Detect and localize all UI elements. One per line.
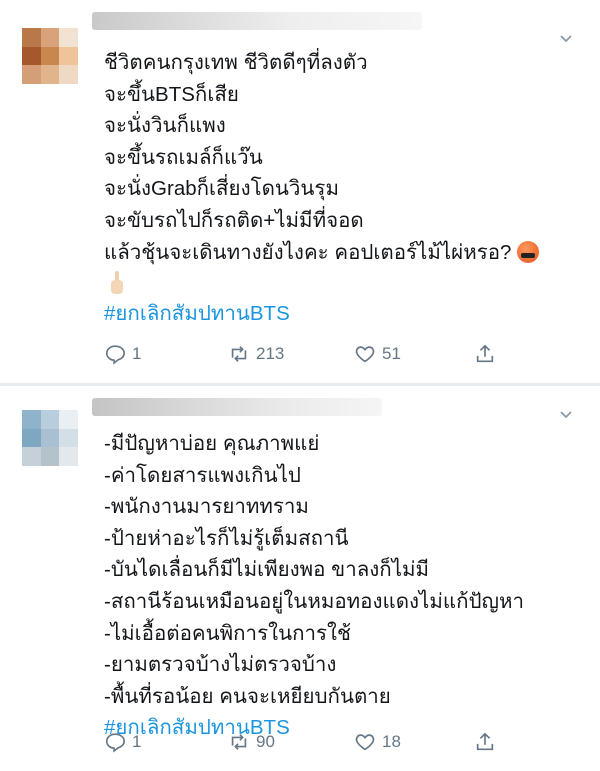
retweet-count: 90: [256, 732, 275, 751]
tweet-line: -ไม่เอื้อต่อคนพิการในการใช้: [104, 621, 351, 645]
tweet-line: จะนั่งวินก็แพง: [104, 114, 226, 138]
retweet-button[interactable]: 90: [228, 731, 275, 753]
reply-count: 1: [132, 344, 142, 363]
like-icon: [355, 346, 375, 363]
tweet-line: -สถานีร้อนเหมือนอยู่ในหมอทองแดงไม่แก้ปัญ…: [104, 589, 524, 613]
tweet-line: -ป้ายห่าอะไรก็ไม่รู้เต็มสถานี: [104, 526, 349, 550]
like-count: 51: [382, 344, 401, 363]
tweet-line: แล้วชุ้นจะเดินทางยังไงคะ คอปเตอร์ไม้ไผ่ห…: [104, 240, 512, 264]
share-button[interactable]: [474, 343, 502, 365]
tweet-line: จะขึ้นรถเมล์ก็แว๊น: [104, 145, 263, 169]
avatar[interactable]: [22, 410, 78, 466]
chevron-down-icon[interactable]: [558, 406, 574, 422]
avatar[interactable]: [22, 28, 78, 84]
tweet-text: ชีวิตคนกรุงเทพ ชีวิตดีๆที่ลงตัว จะขึ้นBT…: [104, 47, 580, 330]
like-icon: [355, 734, 375, 751]
chevron-down-icon[interactable]: [558, 30, 574, 46]
tweet-text: -มีปัญหาบ่อย คุณภาพแย่ -ค่าโดยสารแพงเกิน…: [104, 428, 580, 744]
tweet-line: -พนักงานมารยาททราม: [104, 495, 309, 519]
tweet-card-1[interactable]: ชีวิตคนกรุงเทพ ชีวิตดีๆที่ลงตัว จะขึ้นBT…: [0, 0, 600, 384]
retweet-icon: [231, 346, 247, 362]
tweet-line: -ยามตรวจบ้างไม่ตรวจบ้าง: [104, 653, 337, 677]
tweet-line: จะขับรถไปก็รถติด+ไม่มีที่จอด: [104, 208, 364, 232]
tweet-line: -บันไดเลื่อนก็มีไม่เพียงพอ ขาลงก็ไม่มี: [104, 558, 430, 582]
tweet-line: จะนั่งGrabก็เสี่ยงโดนวินรุม: [104, 177, 339, 201]
tweet-card-2[interactable]: -มีปัญหาบ่อย คุณภาพแย่ -ค่าโดยสารแพงเกิน…: [0, 386, 600, 771]
blurred-username: [92, 398, 382, 416]
hashtag-link[interactable]: #ยกเลิกสัมปทานBTS: [104, 298, 580, 330]
share-icon: [476, 344, 494, 363]
tweet-line: -ค่าโดยสารแพงเกินไป: [104, 463, 301, 487]
reply-icon: [105, 733, 125, 753]
share-icon: [476, 732, 494, 751]
reply-count: 1: [132, 732, 142, 751]
reply-button[interactable]: 1: [104, 343, 141, 365]
tweet-line: -พื้นที่รอน้อย คนจะเหยียบกันตาย: [104, 684, 391, 708]
retweet-button[interactable]: 213: [228, 343, 284, 365]
tweet-actions: 1 213 51: [104, 343, 540, 373]
blurred-username: [92, 12, 422, 30]
tweet-line: -มีปัญหาบ่อย คุณภาพแย่: [104, 432, 320, 455]
reply-icon: [105, 345, 125, 365]
like-button[interactable]: 18: [354, 731, 401, 753]
pointing-hand-emoji: [111, 271, 123, 295]
retweet-icon: [231, 734, 247, 750]
tweet-line-with-emoji: แล้วชุ้นจะเดินทางยังไงคะ คอปเตอร์ไม้ไผ่ห…: [104, 237, 580, 269]
reply-button[interactable]: 1: [104, 731, 141, 753]
tweet-line: จะขึ้นBTSก็เสีย: [104, 82, 239, 106]
tweet-actions: 1 90 18: [104, 731, 540, 761]
angry-face-emoji: [517, 240, 540, 263]
retweet-count: 213: [256, 344, 285, 363]
tweet-line: ชีวิตคนกรุงเทพ ชีวิตดีๆที่ลงตัว: [104, 51, 368, 74]
like-button[interactable]: 51: [354, 343, 401, 365]
share-button[interactable]: [474, 731, 502, 753]
like-count: 18: [382, 732, 401, 751]
